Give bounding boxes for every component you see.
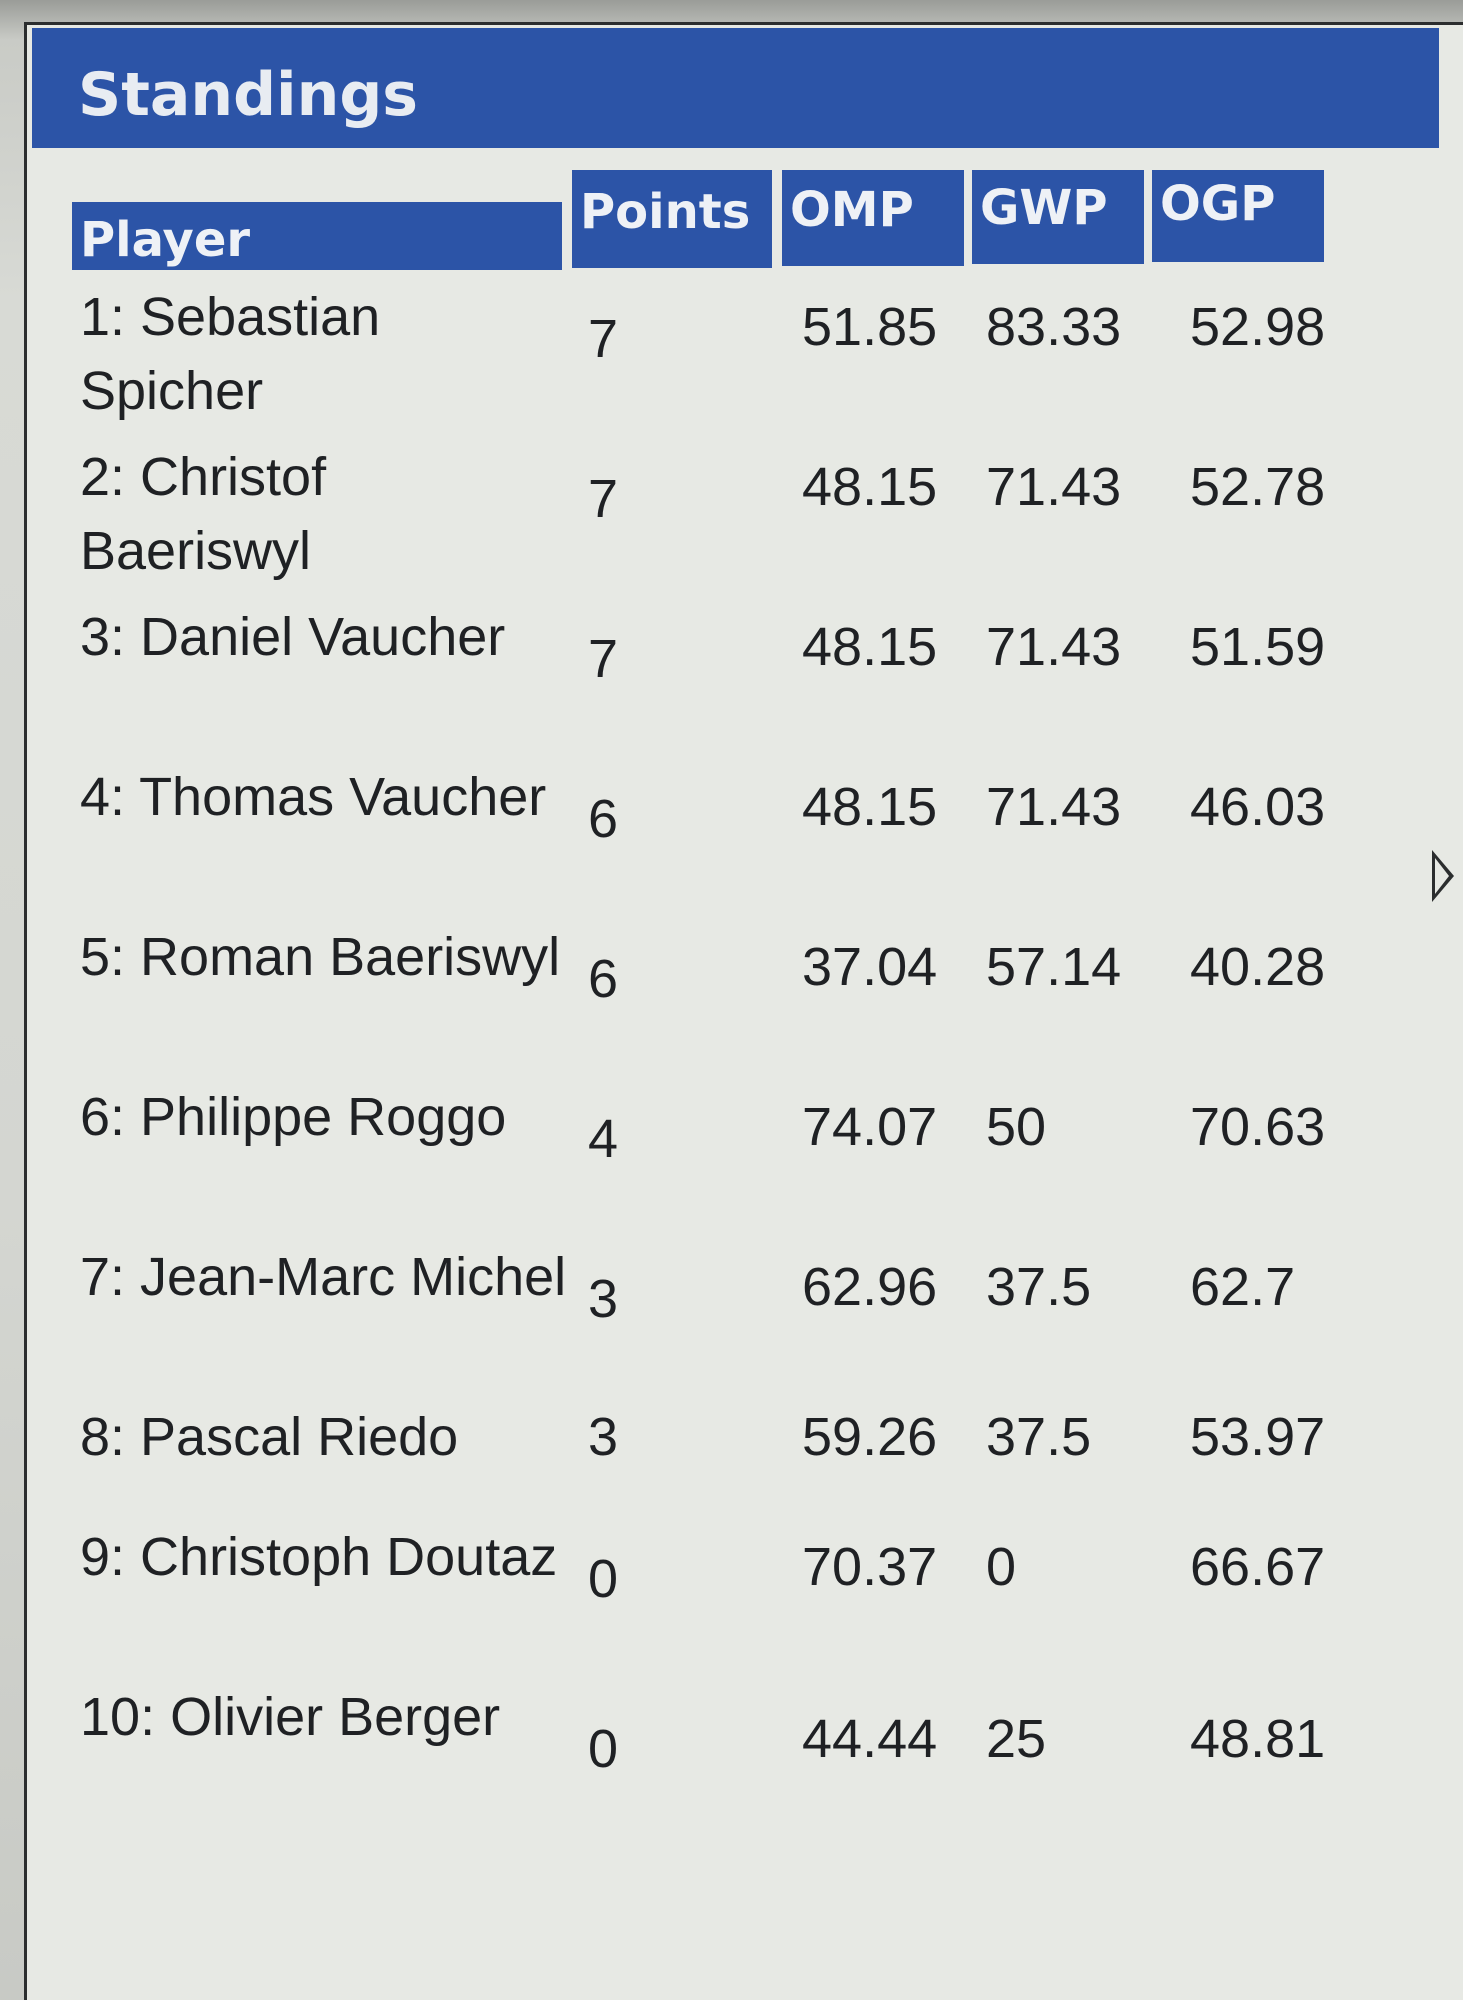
points-value: 7 (588, 469, 619, 529)
gwp-value: 37.5 (986, 1257, 1092, 1317)
ogp-value: 52.98 (1190, 297, 1326, 357)
table-row: 6: Philippe Roggo 4 74.07 50 70.63 (80, 1080, 1380, 1240)
gwp-value: 25 (986, 1709, 1047, 1769)
omp-value: 37.04 (802, 937, 938, 997)
column-header-omp[interactable]: OMP (782, 170, 964, 266)
points-value: 7 (588, 629, 619, 689)
player-name: 10: Olivier Berger (80, 1687, 501, 1747)
gwp-value: 83.33 (986, 297, 1122, 357)
table-row: 10: Olivier Berger 0 44.44 25 48.81 (80, 1680, 1380, 1840)
table-row: 5: Roman Baeriswyl 6 37.04 57.14 40.28 (80, 920, 1380, 1080)
player-name: 8: Pascal Riedo (80, 1407, 459, 1467)
ogp-value: 51.59 (1190, 617, 1326, 677)
column-header-gwp[interactable]: GWP (972, 170, 1144, 264)
gwp-value: 57.14 (986, 937, 1122, 997)
ogp-value: 62.7 (1190, 1257, 1296, 1317)
player-name: 1: Sebastian Spicher (80, 287, 381, 421)
ogp-value: 46.03 (1190, 777, 1326, 837)
column-header-points[interactable]: Points (572, 170, 772, 268)
omp-value: 62.96 (802, 1257, 938, 1317)
table-row: 1: Sebastian Spicher 7 51.85 83.33 52.98 (80, 280, 1380, 440)
omp-value: 48.15 (802, 617, 938, 677)
player-name: 7: Jean-Marc Michel (80, 1247, 567, 1307)
panel-title: Standings (78, 60, 418, 130)
player-name: 6: Philippe Roggo (80, 1087, 507, 1147)
gwp-value: 37.5 (986, 1407, 1092, 1467)
points-value: 3 (588, 1269, 619, 1329)
player-name: 9: Christoph Doutaz (80, 1527, 558, 1587)
points-value: 0 (588, 1549, 619, 1609)
points-value: 6 (588, 949, 619, 1009)
ogp-value: 53.97 (1190, 1407, 1326, 1467)
gwp-value: 71.43 (986, 617, 1122, 677)
omp-value: 48.15 (802, 777, 938, 837)
player-name: 4: Thomas Vaucher (80, 767, 547, 827)
column-header-player[interactable]: Player (72, 202, 562, 270)
player-name: 3: Daniel Vaucher (80, 607, 506, 667)
ogp-value: 40.28 (1190, 937, 1326, 997)
points-value: 6 (588, 789, 619, 849)
player-name: 5: Roman Baeriswyl (80, 927, 561, 987)
points-value: 0 (588, 1719, 619, 1779)
points-value: 7 (588, 309, 619, 369)
table-row: 7: Jean-Marc Michel 3 62.96 37.5 62.7 (80, 1240, 1380, 1400)
omp-value: 70.37 (802, 1537, 938, 1597)
column-header-ogp[interactable]: OGP (1152, 170, 1324, 262)
omp-value: 74.07 (802, 1097, 938, 1157)
table-row: 9: Christoph Doutaz 0 70.37 0 66.67 (80, 1520, 1380, 1680)
gwp-value: 71.43 (986, 457, 1122, 517)
omp-value: 44.44 (802, 1709, 938, 1769)
ogp-value: 48.81 (1190, 1709, 1326, 1769)
table-row: 2: Christof Baeriswyl 7 48.15 71.43 52.7… (80, 440, 1380, 600)
points-value: 3 (588, 1407, 619, 1467)
gwp-value: 50 (986, 1097, 1047, 1157)
ogp-value: 52.78 (1190, 457, 1326, 517)
ogp-value: 70.63 (1190, 1097, 1326, 1157)
player-name: 2: Christof Baeriswyl (80, 447, 327, 581)
gwp-value: 71.43 (986, 777, 1122, 837)
omp-value: 59.26 (802, 1407, 938, 1467)
table-row: 3: Daniel Vaucher 7 48.15 71.43 51.59 (80, 600, 1380, 760)
mouse-pointer-icon (1432, 850, 1454, 902)
points-value: 4 (588, 1109, 619, 1169)
omp-value: 48.15 (802, 457, 938, 517)
table-row: 4: Thomas Vaucher 6 48.15 71.43 46.03 (80, 760, 1380, 920)
gwp-value: 0 (986, 1537, 1017, 1597)
omp-value: 51.85 (802, 297, 938, 357)
ogp-value: 66.67 (1190, 1537, 1326, 1597)
